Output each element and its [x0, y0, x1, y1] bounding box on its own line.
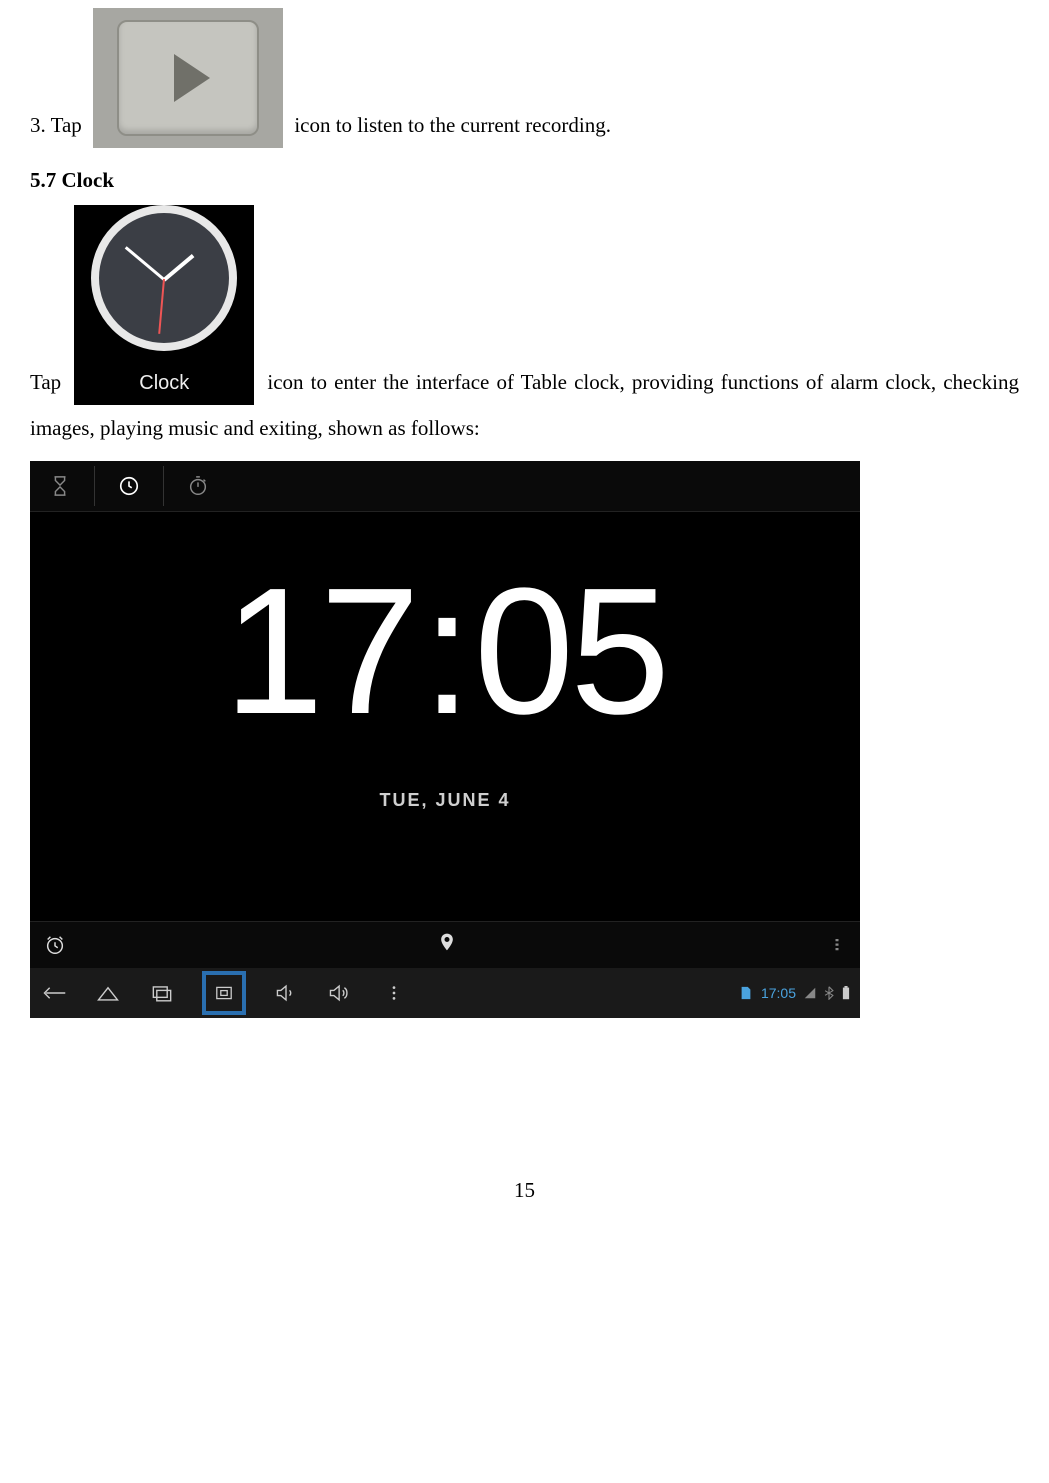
tab-timer[interactable]: [40, 466, 95, 506]
alarm-button[interactable]: [44, 934, 66, 956]
clock-icon: [118, 475, 140, 497]
location-button[interactable]: [66, 932, 828, 958]
play-button-image: [93, 8, 283, 148]
recent-apps-icon: [149, 983, 175, 1003]
clock-minutes: 05: [474, 551, 666, 752]
nav-screenshot-button[interactable]: [202, 971, 246, 1015]
nav-menu-button[interactable]: [380, 979, 408, 1007]
menu-dots-icon: [387, 984, 401, 1002]
clock-time-display: 17:05: [224, 562, 666, 742]
tab-stopwatch[interactable]: [178, 466, 232, 506]
status-time: 17:05: [761, 985, 796, 1001]
overflow-icon: [828, 936, 846, 954]
clock-main-area: 17:05 TUE, JUNE 4: [30, 512, 860, 921]
step-3-suffix: icon to listen to the current recording.: [294, 113, 611, 137]
page-number: 15: [30, 1178, 1019, 1203]
battery-icon: [842, 986, 850, 1000]
clock-app-icon-image: Clock: [74, 205, 254, 405]
clock-face-icon: [91, 205, 237, 351]
volume-up-icon: [327, 983, 353, 1003]
system-navbar: 17:05: [30, 968, 860, 1018]
clock-date-display: TUE, JUNE 4: [379, 790, 510, 811]
clock-app-screenshot: 17:05 TUE, JUNE 4: [30, 461, 860, 1018]
status-area[interactable]: 17:05: [739, 985, 850, 1001]
sdcard-icon: [739, 986, 753, 1000]
clock-colon: :: [422, 551, 468, 752]
stopwatch-icon: [187, 475, 209, 497]
bluetooth-icon: [824, 986, 834, 1000]
clock-intro-paragraph: Tap Clock icon to enter the interface of…: [30, 205, 1019, 451]
clock-second-hand: [159, 279, 166, 334]
clock-hour-hand: [163, 254, 195, 281]
hourglass-icon: [49, 475, 71, 497]
nav-recent-button[interactable]: [148, 979, 176, 1007]
section-5-7-title: 5.7 Clock: [30, 168, 1019, 193]
clock-hours: 17: [224, 551, 416, 752]
clock-bottom-actionbar: [30, 921, 860, 968]
nav-home-button[interactable]: [94, 979, 122, 1007]
play-button-inner: [117, 20, 259, 136]
step-3-prefix: 3. Tap: [30, 113, 82, 137]
nav-back-button[interactable]: [40, 979, 68, 1007]
location-pin-icon: [437, 932, 457, 952]
screenshot-icon: [214, 985, 234, 1001]
volume-down-icon: [274, 983, 298, 1003]
clock-intro-prefix: Tap: [30, 370, 61, 394]
back-icon: [41, 983, 67, 1003]
play-icon: [174, 54, 210, 102]
alarm-icon: [44, 934, 66, 956]
overflow-menu-button[interactable]: [828, 936, 846, 954]
signal-icon: [804, 987, 816, 999]
clock-top-tabbar: [30, 461, 860, 512]
nav-volume-down-button[interactable]: [272, 979, 300, 1007]
tab-clock[interactable]: [109, 466, 164, 506]
clock-icon-label: Clock: [139, 361, 189, 405]
nav-volume-up-button[interactable]: [326, 979, 354, 1007]
step-3-line: 3. Tap icon to listen to the current rec…: [30, 8, 1019, 148]
clock-minute-hand: [125, 246, 165, 280]
home-icon: [95, 983, 121, 1003]
